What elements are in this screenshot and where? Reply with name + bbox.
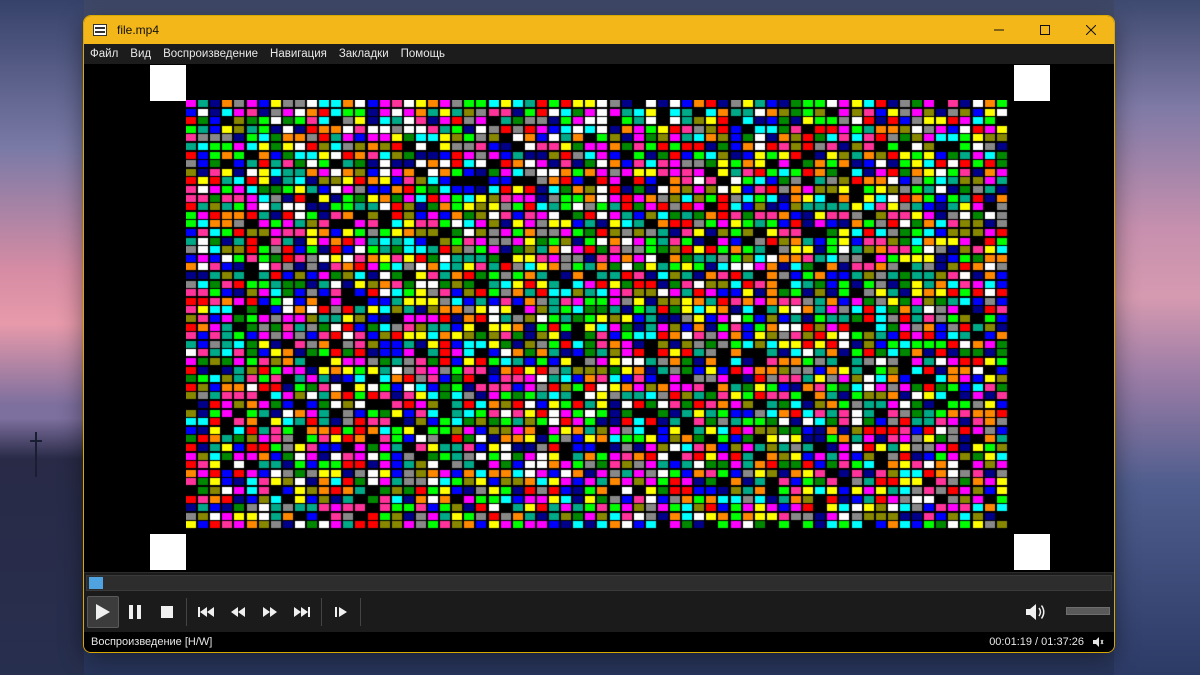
seek-bar[interactable]	[86, 575, 1112, 591]
minimize-icon	[994, 29, 1004, 31]
frame-step-button[interactable]	[325, 596, 357, 628]
status-bar: Воспроизведение [H/W] 00:01:19 / 01:37:2…	[84, 632, 1114, 652]
desktop-wallpaper-left	[0, 0, 84, 675]
playback-state: Воспроизведение [H/W]	[91, 636, 213, 648]
stop-icon	[161, 606, 173, 618]
fast-forward-button[interactable]	[254, 596, 286, 628]
player-window: file.mp4 Файл Вид Воспроизведение Навига…	[83, 15, 1115, 653]
stop-button[interactable]	[151, 596, 183, 628]
seek-bar-row	[84, 572, 1114, 592]
menu-bookmarks[interactable]: Закладки	[339, 48, 389, 60]
corner-marker-bottom-left	[150, 534, 186, 570]
maximize-button[interactable]	[1022, 16, 1068, 44]
window-title: file.mp4	[117, 23, 160, 37]
close-button[interactable]	[1068, 16, 1114, 44]
desktop-wallpaper-right	[1114, 0, 1200, 675]
maximize-icon	[1040, 25, 1050, 35]
playback-controls	[84, 592, 1114, 632]
pause-icon	[129, 605, 141, 619]
play-icon	[96, 604, 110, 620]
menu-view[interactable]: Вид	[130, 48, 151, 60]
window-controls	[976, 16, 1114, 44]
volume-slider[interactable]	[1066, 607, 1110, 615]
menu-file[interactable]: Файл	[90, 48, 118, 60]
seek-bar-progress	[89, 577, 103, 589]
frame-step-icon	[335, 607, 347, 617]
time-display: 00:01:19 / 01:37:26	[989, 636, 1084, 648]
status-speaker-icon	[1093, 637, 1104, 647]
skip-next-icon	[294, 607, 310, 617]
corner-marker-top-right	[1014, 65, 1050, 101]
rewind-icon	[231, 607, 245, 617]
menu-playback[interactable]: Воспроизведение	[163, 48, 258, 60]
corner-marker-bottom-right	[1014, 534, 1050, 570]
corner-marker-top-left	[150, 65, 186, 101]
minimize-button[interactable]	[976, 16, 1022, 44]
menu-navigation[interactable]: Навигация	[270, 48, 327, 60]
close-icon	[1086, 25, 1096, 35]
app-icon	[93, 22, 109, 38]
color-noise-pattern	[186, 100, 1014, 532]
mute-button[interactable]	[1020, 596, 1052, 628]
title-bar[interactable]: file.mp4	[84, 16, 1114, 44]
utility-pole	[35, 432, 37, 477]
video-display[interactable]	[84, 64, 1114, 586]
next-button[interactable]	[286, 596, 318, 628]
pause-button[interactable]	[119, 596, 151, 628]
fast-forward-icon	[263, 607, 277, 617]
rewind-button[interactable]	[222, 596, 254, 628]
play-button[interactable]	[87, 596, 119, 628]
utility-pole-crossbar	[30, 440, 42, 442]
speaker-icon	[1026, 604, 1045, 620]
skip-previous-icon	[198, 607, 214, 617]
previous-button[interactable]	[190, 596, 222, 628]
menu-bar: Файл Вид Воспроизведение Навигация Закла…	[84, 44, 1114, 64]
menu-help[interactable]: Помощь	[401, 48, 445, 60]
divider	[186, 598, 187, 626]
divider	[321, 598, 322, 626]
divider	[360, 598, 361, 626]
